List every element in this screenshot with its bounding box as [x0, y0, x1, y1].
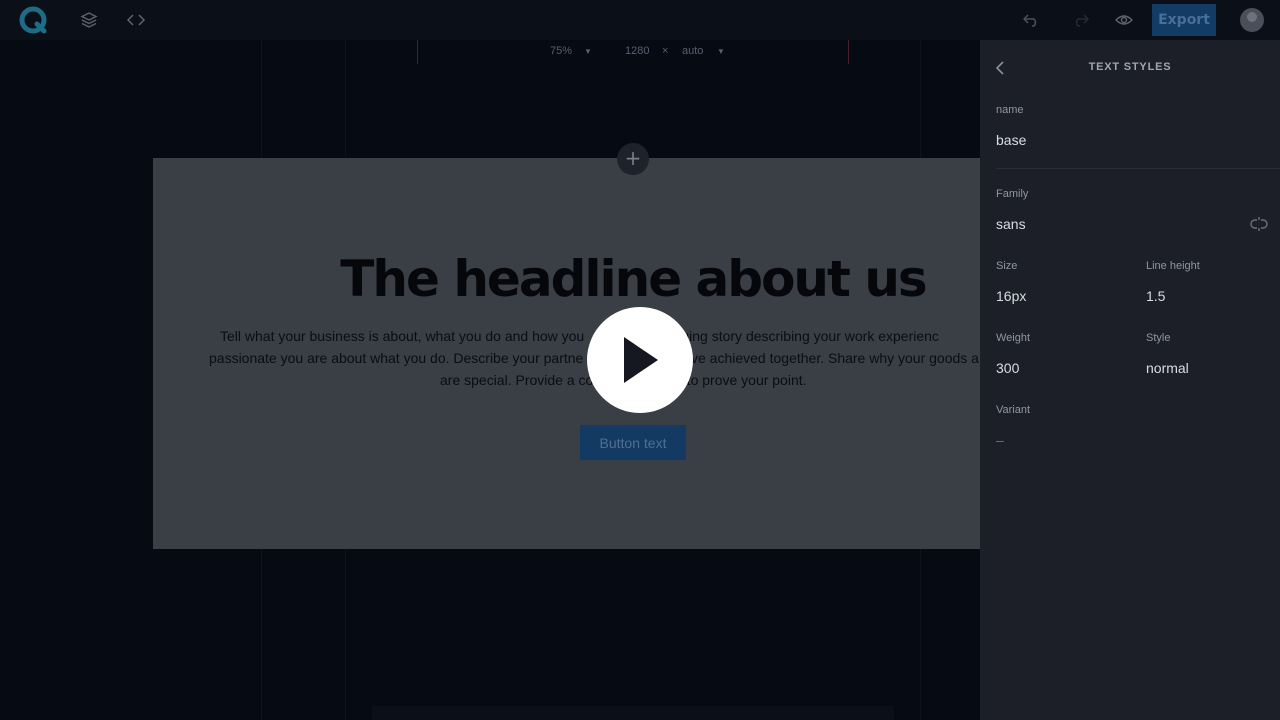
eye-icon[interactable]	[1112, 8, 1136, 32]
chevron-down-icon[interactable]: ▼	[717, 47, 725, 56]
canvas-width-input[interactable]: 1280	[625, 45, 649, 57]
canvas-height-input[interactable]: auto	[682, 45, 703, 57]
weight-field[interactable]: 300	[996, 360, 1019, 376]
undo-icon[interactable]	[1020, 8, 1044, 32]
play-icon	[624, 337, 658, 383]
body-line: ve achieved together. Share why your goo…	[691, 350, 979, 366]
line-height-label: Line height	[1146, 260, 1200, 272]
logo-icon[interactable]	[18, 5, 48, 35]
weight-label: Weight	[996, 332, 1031, 344]
variant-field[interactable]: –	[996, 432, 1004, 448]
size-label: Size	[996, 260, 1018, 272]
name-label: name	[996, 104, 1024, 116]
divider	[996, 168, 1280, 169]
add-block-bar[interactable]	[372, 706, 894, 720]
size-field[interactable]: 16px	[996, 288, 1026, 304]
play-button[interactable]	[587, 307, 693, 413]
export-button[interactable]: Export	[1152, 4, 1216, 36]
panel-title: TEXT STYLES	[1088, 61, 1172, 73]
body-line: are special. Provide a co	[440, 372, 594, 388]
body-paragraph[interactable]: Tell what your business is about, what y…	[153, 320, 980, 400]
layers-icon[interactable]	[77, 8, 101, 32]
name-field[interactable]: base	[996, 132, 1026, 148]
add-section-button[interactable]: +	[617, 143, 649, 175]
style-field[interactable]: normal	[1146, 360, 1189, 376]
top-toolbar: Export	[0, 0, 1280, 40]
canvas-size-bar: 75% ▼ 1280 × auto ▼	[0, 40, 980, 64]
family-field[interactable]: sans	[996, 216, 1026, 232]
code-icon[interactable]	[124, 8, 148, 32]
redo-icon[interactable]	[1068, 8, 1092, 32]
avatar[interactable]	[1240, 8, 1264, 32]
variant-label: Variant	[996, 404, 1031, 416]
body-line: ngaging story describing your work exper…	[658, 328, 939, 344]
body-line: Tell what your business is about, what y…	[220, 328, 585, 344]
line-height-field[interactable]: 1.5	[1146, 288, 1165, 304]
size-separator: ×	[662, 45, 669, 57]
link-icon[interactable]	[1250, 215, 1268, 233]
family-label: Family	[996, 188, 1029, 200]
body-line: passionate you are about what you do. De…	[209, 350, 584, 366]
text-styles-panel: TEXT STYLES name base Family sans Size 1…	[980, 40, 1280, 720]
page-headline[interactable]: The headline about us	[153, 250, 1113, 308]
zoom-select[interactable]: 75%	[550, 45, 572, 57]
style-label: Style	[1146, 332, 1171, 344]
cta-button[interactable]: Button text	[580, 425, 686, 460]
chevron-down-icon[interactable]: ▼	[584, 47, 592, 56]
